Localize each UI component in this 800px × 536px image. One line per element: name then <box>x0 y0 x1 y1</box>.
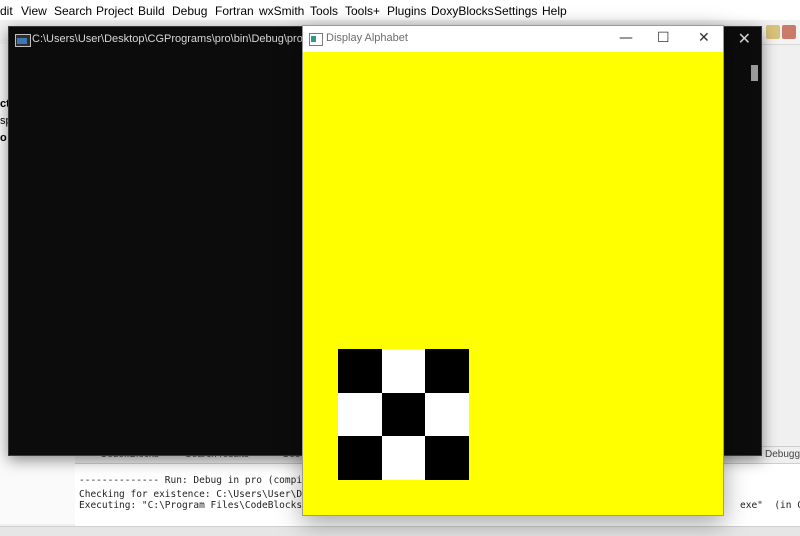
checker-cell-black <box>381 392 426 437</box>
console-title: C:\Users\User\Desktop\CGPrograms\pro\bin… <box>32 33 324 45</box>
maximize-icon[interactable]: ☐ <box>657 30 670 46</box>
menu-doxyblocks[interactable]: DoxyBlocks <box>431 4 494 18</box>
checker-cell-white <box>381 436 426 481</box>
console-close-icon[interactable]: ✕ <box>738 29 751 48</box>
menu-wxsmith[interactable]: wxSmith <box>259 4 304 18</box>
log-line: -------------- Run: Debug in pro (compil <box>79 475 308 486</box>
display-titlebar[interactable]: Display Alphabet — ☐ ✕ <box>303 26 723 52</box>
console-app-icon <box>15 34 31 47</box>
menu-fortran[interactable]: Fortran <box>215 4 254 18</box>
menu-tools[interactable]: Tools <box>310 4 338 18</box>
toolbar-icon[interactable] <box>782 25 796 39</box>
drawing-canvas <box>303 52 723 515</box>
toolbar-icon[interactable] <box>766 25 780 39</box>
menu-tools-plus[interactable]: Tools+ <box>345 4 380 18</box>
checker-cell-black <box>338 349 382 393</box>
log-line: Executing: "C:\Program Files\CodeBlocks/ <box>79 500 308 511</box>
left-panel-text: o <box>0 132 7 144</box>
menu-edit[interactable]: dit <box>0 4 13 18</box>
menu-help[interactable]: Help <box>542 4 567 18</box>
menu-debug[interactable]: Debug <box>172 4 207 18</box>
checker-cell-white <box>425 392 470 437</box>
checkerboard-pattern <box>338 349 470 481</box>
log-line: Checking for existence: C:\Users\User\De <box>79 489 308 500</box>
display-app-icon <box>309 33 323 46</box>
menu-project[interactable]: Project <box>96 4 133 18</box>
log-line-tail: exe" (in C:\ <box>740 500 800 511</box>
close-icon[interactable]: ✕ <box>698 30 710 46</box>
checker-cell-black <box>425 436 470 481</box>
ide-menubar: dit View Search Project Build Debug Fort… <box>0 0 800 20</box>
menu-view[interactable]: View <box>21 4 47 18</box>
display-alphabet-window[interactable]: Display Alphabet — ☐ ✕ <box>302 25 724 516</box>
checker-cell-white <box>381 349 426 393</box>
checker-cell-black <box>425 349 470 393</box>
menu-build[interactable]: Build <box>138 4 165 18</box>
menu-search[interactable]: Search <box>54 4 92 18</box>
menu-plugins[interactable]: Plugins <box>387 4 426 18</box>
menu-settings[interactable]: Settings <box>494 4 537 18</box>
console-scrollbar-thumb[interactable] <box>751 65 758 81</box>
checker-cell-white <box>338 392 382 437</box>
tab-debugger[interactable]: Debugger <box>765 449 800 460</box>
checker-cell-black <box>338 436 382 481</box>
minimize-icon[interactable]: — <box>619 30 633 46</box>
display-title: Display Alphabet <box>326 32 408 44</box>
